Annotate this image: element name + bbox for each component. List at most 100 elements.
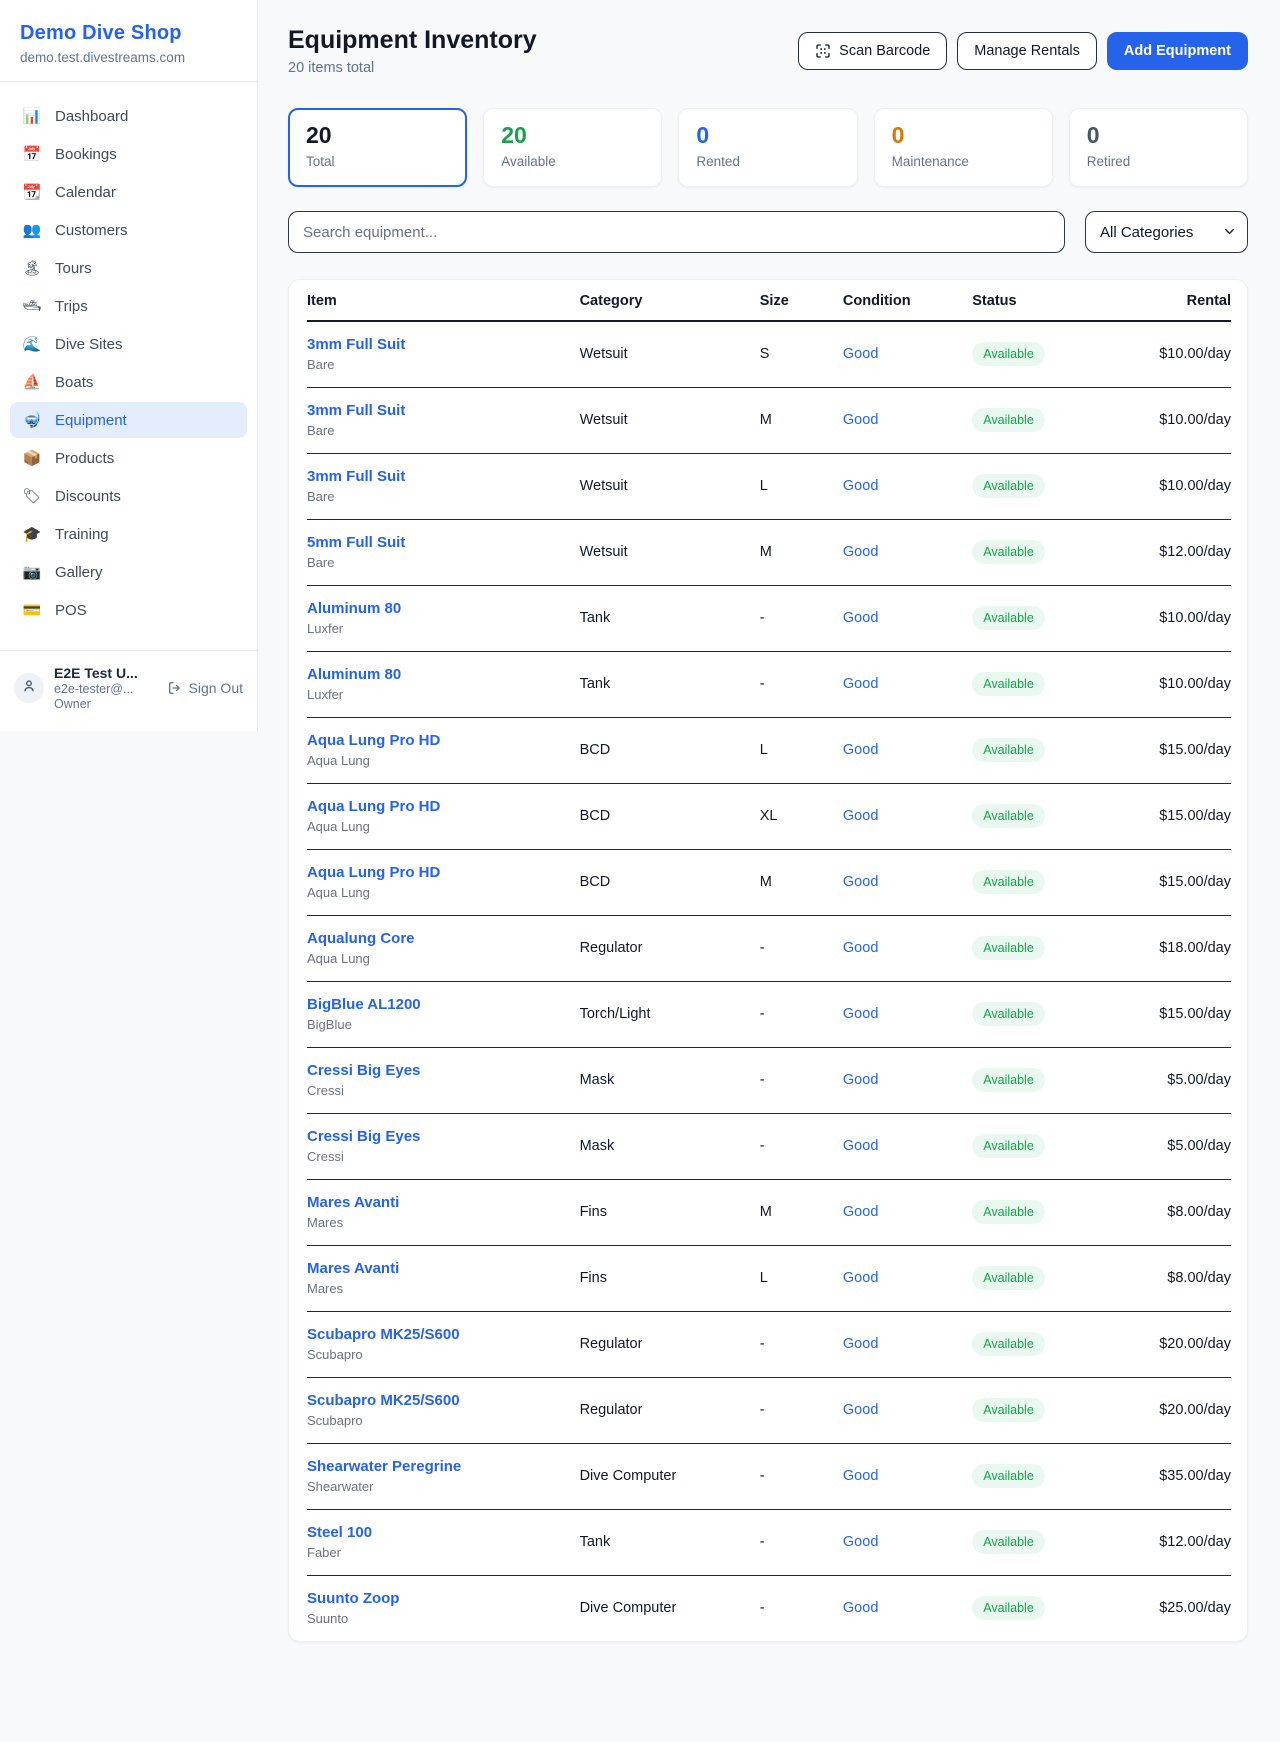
condition-link[interactable]: Good (843, 1138, 878, 1154)
item-name-link[interactable]: Scubapro MK25/S600 (307, 1326, 580, 1343)
condition-link[interactable]: Good (843, 478, 878, 494)
user-role: Owner (54, 697, 157, 711)
condition-link[interactable]: Good (843, 1336, 878, 1352)
scan-barcode-button[interactable]: Scan Barcode (798, 32, 947, 70)
sidebar-item-pos[interactable]: 💳POS (10, 592, 247, 628)
stat-value: 20 (501, 122, 644, 149)
item-name-link[interactable]: Cressi Big Eyes (307, 1062, 580, 1079)
cell-size: - (760, 1048, 843, 1114)
sidebar-item-gallery[interactable]: 📷Gallery (10, 554, 247, 590)
item-name-link[interactable]: 3mm Full Suit (307, 402, 580, 419)
manage-rentals-button[interactable]: Manage Rentals (957, 32, 1097, 70)
condition-link[interactable]: Good (843, 1072, 878, 1088)
item-name-link[interactable]: Steel 100 (307, 1524, 580, 1541)
cell-category: Wetsuit (580, 520, 760, 586)
cell-rental: $10.00/day (1120, 388, 1231, 454)
stat-card-retired[interactable]: 0Retired (1069, 108, 1248, 187)
category-select[interactable]: All Categories (1085, 211, 1248, 253)
condition-link[interactable]: Good (843, 742, 878, 758)
item-name-link[interactable]: Mares Avanti (307, 1194, 580, 1211)
add-equipment-button[interactable]: Add Equipment (1107, 32, 1248, 70)
cell-condition: Good (843, 850, 972, 916)
item-name-link[interactable]: Aluminum 80 (307, 666, 580, 683)
user-meta: E2E Test U... e2e-tester@... Owner (54, 665, 157, 711)
condition-link[interactable]: Good (843, 346, 878, 362)
condition-link[interactable]: Good (843, 1204, 878, 1220)
item-brand: Faber (307, 1545, 580, 1560)
stat-card-maintenance[interactable]: 0Maintenance (874, 108, 1053, 187)
cell-condition: Good (843, 520, 972, 586)
diving-mask-icon: 🤿 (22, 411, 42, 429)
item-name-link[interactable]: 5mm Full Suit (307, 534, 580, 551)
condition-link[interactable]: Good (843, 808, 878, 824)
stat-card-available[interactable]: 20Available (483, 108, 662, 187)
sidebar-item-customers[interactable]: 👥Customers (10, 212, 247, 248)
scan-barcode-label: Scan Barcode (839, 43, 930, 59)
sidebar-item-equipment[interactable]: 🤿Equipment (10, 402, 247, 438)
item-name-link[interactable]: Shearwater Peregrine (307, 1458, 580, 1475)
search-input[interactable] (288, 211, 1065, 253)
sidebar-item-bookings[interactable]: 📅Bookings (10, 136, 247, 172)
column-header-category: Category (580, 280, 760, 321)
cell-condition: Good (843, 1444, 972, 1510)
sidebar-item-products[interactable]: 📦Products (10, 440, 247, 476)
brand: Demo Dive Shop demo.test.divestreams.com (0, 0, 257, 81)
condition-link[interactable]: Good (843, 874, 878, 890)
condition-link[interactable]: Good (843, 610, 878, 626)
cell-category: Tank (580, 586, 760, 652)
cell-category: Mask (580, 1114, 760, 1180)
item-name-link[interactable]: Aqualung Core (307, 930, 580, 947)
cell-status: Available (972, 1510, 1120, 1576)
item-name-link[interactable]: Aluminum 80 (307, 600, 580, 617)
item-name-link[interactable]: 3mm Full Suit (307, 336, 580, 353)
condition-link[interactable]: Good (843, 940, 878, 956)
condition-link[interactable]: Good (843, 1600, 878, 1616)
item-brand: Bare (307, 357, 580, 372)
sidebar-item-trips[interactable]: 🛥Trips (10, 288, 247, 324)
item-name-link[interactable]: 3mm Full Suit (307, 468, 580, 485)
status-badge: Available (972, 672, 1045, 696)
item-name-link[interactable]: Aqua Lung Pro HD (307, 732, 580, 749)
sidebar-item-dashboard[interactable]: 📊Dashboard (10, 98, 247, 134)
condition-link[interactable]: Good (843, 676, 878, 692)
cell-status: Available (972, 586, 1120, 652)
stat-label: Maintenance (892, 154, 1035, 169)
island-icon: 🏝 (22, 259, 42, 277)
cell-size: - (760, 1510, 843, 1576)
item-name-link[interactable]: BigBlue AL1200 (307, 996, 580, 1013)
sidebar-item-dive-sites[interactable]: 🌊Dive Sites (10, 326, 247, 362)
item-name-link[interactable]: Suunto Zoop (307, 1590, 580, 1607)
cell-size: L (760, 454, 843, 520)
item-name-link[interactable]: Mares Avanti (307, 1260, 580, 1277)
condition-link[interactable]: Good (843, 1402, 878, 1418)
item-name-link[interactable]: Scubapro MK25/S600 (307, 1392, 580, 1409)
sidebar-item-boats[interactable]: ⛵Boats (10, 364, 247, 400)
condition-link[interactable]: Good (843, 1534, 878, 1550)
table-row: Scubapro MK25/S600ScubaproRegulator-Good… (307, 1312, 1231, 1378)
condition-link[interactable]: Good (843, 1006, 878, 1022)
item-brand: Shearwater (307, 1479, 580, 1494)
sidebar-item-label: Tours (55, 260, 92, 277)
item-name-link[interactable]: Aqua Lung Pro HD (307, 798, 580, 815)
sidebar-item-tours[interactable]: 🏝 Tours (10, 250, 247, 286)
cell-category: Fins (580, 1180, 760, 1246)
sign-out-button[interactable]: Sign Out (167, 680, 243, 696)
item-brand: Suunto (307, 1611, 580, 1626)
cell-category: Tank (580, 652, 760, 718)
cell-rental: $10.00/day (1120, 586, 1231, 652)
page-subtitle: 20 items total (288, 60, 537, 76)
condition-link[interactable]: Good (843, 1270, 878, 1286)
stat-card-rented[interactable]: 0Rented (678, 108, 857, 187)
condition-link[interactable]: Good (843, 544, 878, 560)
sidebar-item-calendar[interactable]: 📆Calendar (10, 174, 247, 210)
sidebar-item-training[interactable]: 🎓Training (10, 516, 247, 552)
cell-status: Available (972, 1180, 1120, 1246)
sidebar-item-discounts[interactable]: 🏷Discounts (10, 478, 247, 514)
stat-card-total[interactable]: 20Total (288, 108, 467, 187)
condition-link[interactable]: Good (843, 1468, 878, 1484)
item-name-link[interactable]: Aqua Lung Pro HD (307, 864, 580, 881)
avatar (14, 673, 44, 703)
cell-size: - (760, 1576, 843, 1642)
item-name-link[interactable]: Cressi Big Eyes (307, 1128, 580, 1145)
condition-link[interactable]: Good (843, 412, 878, 428)
